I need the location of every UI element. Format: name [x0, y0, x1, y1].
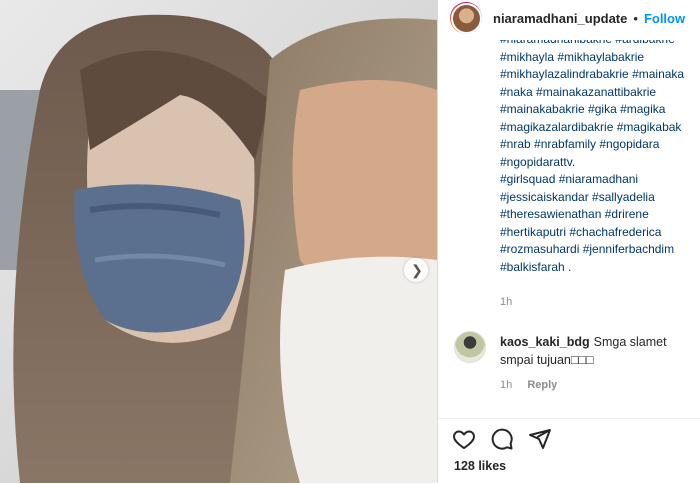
post-header: niaramadhani_update • Follow: [438, 0, 700, 36]
caption-line[interactable]: #rozmasuhardi #jenniferbachdim: [500, 241, 700, 259]
commenter-avatar[interactable]: [454, 331, 486, 363]
caption-hashtags: #niaramadhanibakrie #ardibakrie#mikhayla…: [500, 40, 700, 276]
next-media-button[interactable]: ❯: [404, 258, 428, 282]
follow-button[interactable]: Follow: [644, 11, 685, 26]
post-media[interactable]: ❯: [0, 0, 437, 483]
heart-icon[interactable]: [452, 427, 476, 451]
comment-icon[interactable]: [490, 427, 514, 451]
author-avatar[interactable]: [450, 2, 482, 34]
caption-line[interactable]: #magikazalardibakrie #magikabak: [500, 119, 700, 137]
post-actions: 128 likes: [438, 418, 700, 484]
caption-line[interactable]: #hertikaputri #chachafrederica: [500, 224, 700, 242]
chevron-right-icon: ❯: [411, 262, 423, 278]
action-icons: [452, 427, 552, 451]
reply-button[interactable]: Reply: [527, 379, 557, 391]
caption-line[interactable]: #mikhaylazalindrabakrie #mainaka: [500, 66, 700, 84]
caption-line[interactable]: #girlsquad #niaramadhani: [500, 171, 700, 189]
commenter-username[interactable]: kaos_kaki_bdg: [500, 335, 590, 349]
caption-timestamp[interactable]: 1h: [500, 296, 512, 308]
caption-line[interactable]: #mainakabakrie #gika #magika: [500, 101, 700, 119]
caption-line[interactable]: #naka #mainakazanattibakrie: [500, 84, 700, 102]
post-sidebar: niaramadhani_update • Follow #niaramadha…: [437, 0, 700, 484]
instagram-post: ❯ niaramadhani_update • Follow #niaramad…: [0, 0, 700, 484]
comment-timestamp[interactable]: 1h: [500, 379, 512, 391]
caption-line[interactable]: #niaramadhanibakrie #ardibakrie: [500, 40, 700, 49]
post-caption: #niaramadhanibakrie #ardibakrie#mikhayla…: [500, 40, 700, 290]
author-username[interactable]: niaramadhani_update: [493, 11, 627, 26]
post-photo: [0, 0, 437, 483]
separator-dot: •: [633, 10, 638, 26]
share-icon[interactable]: [528, 427, 552, 451]
caption-line[interactable]: #theresawienathan #drirene: [500, 206, 700, 224]
caption-line[interactable]: #mikhayla #mikhaylabakrie: [500, 49, 700, 67]
caption-line[interactable]: #jessicaiskandar #sallyadelia: [500, 189, 700, 207]
caption-line[interactable]: #nrab #nrabfamily #ngopidara: [500, 136, 700, 154]
comment-body: kaos_kaki_bdg Smga slamet smpai tujuan□□□: [500, 333, 690, 369]
caption-line[interactable]: #ngopidarattv.: [500, 154, 700, 172]
caption-line[interactable]: #balkisfarah .: [500, 259, 700, 277]
like-count[interactable]: 128 likes: [454, 459, 506, 473]
avatar-image: [450, 2, 482, 34]
comment-meta: 1h Reply: [500, 379, 569, 391]
